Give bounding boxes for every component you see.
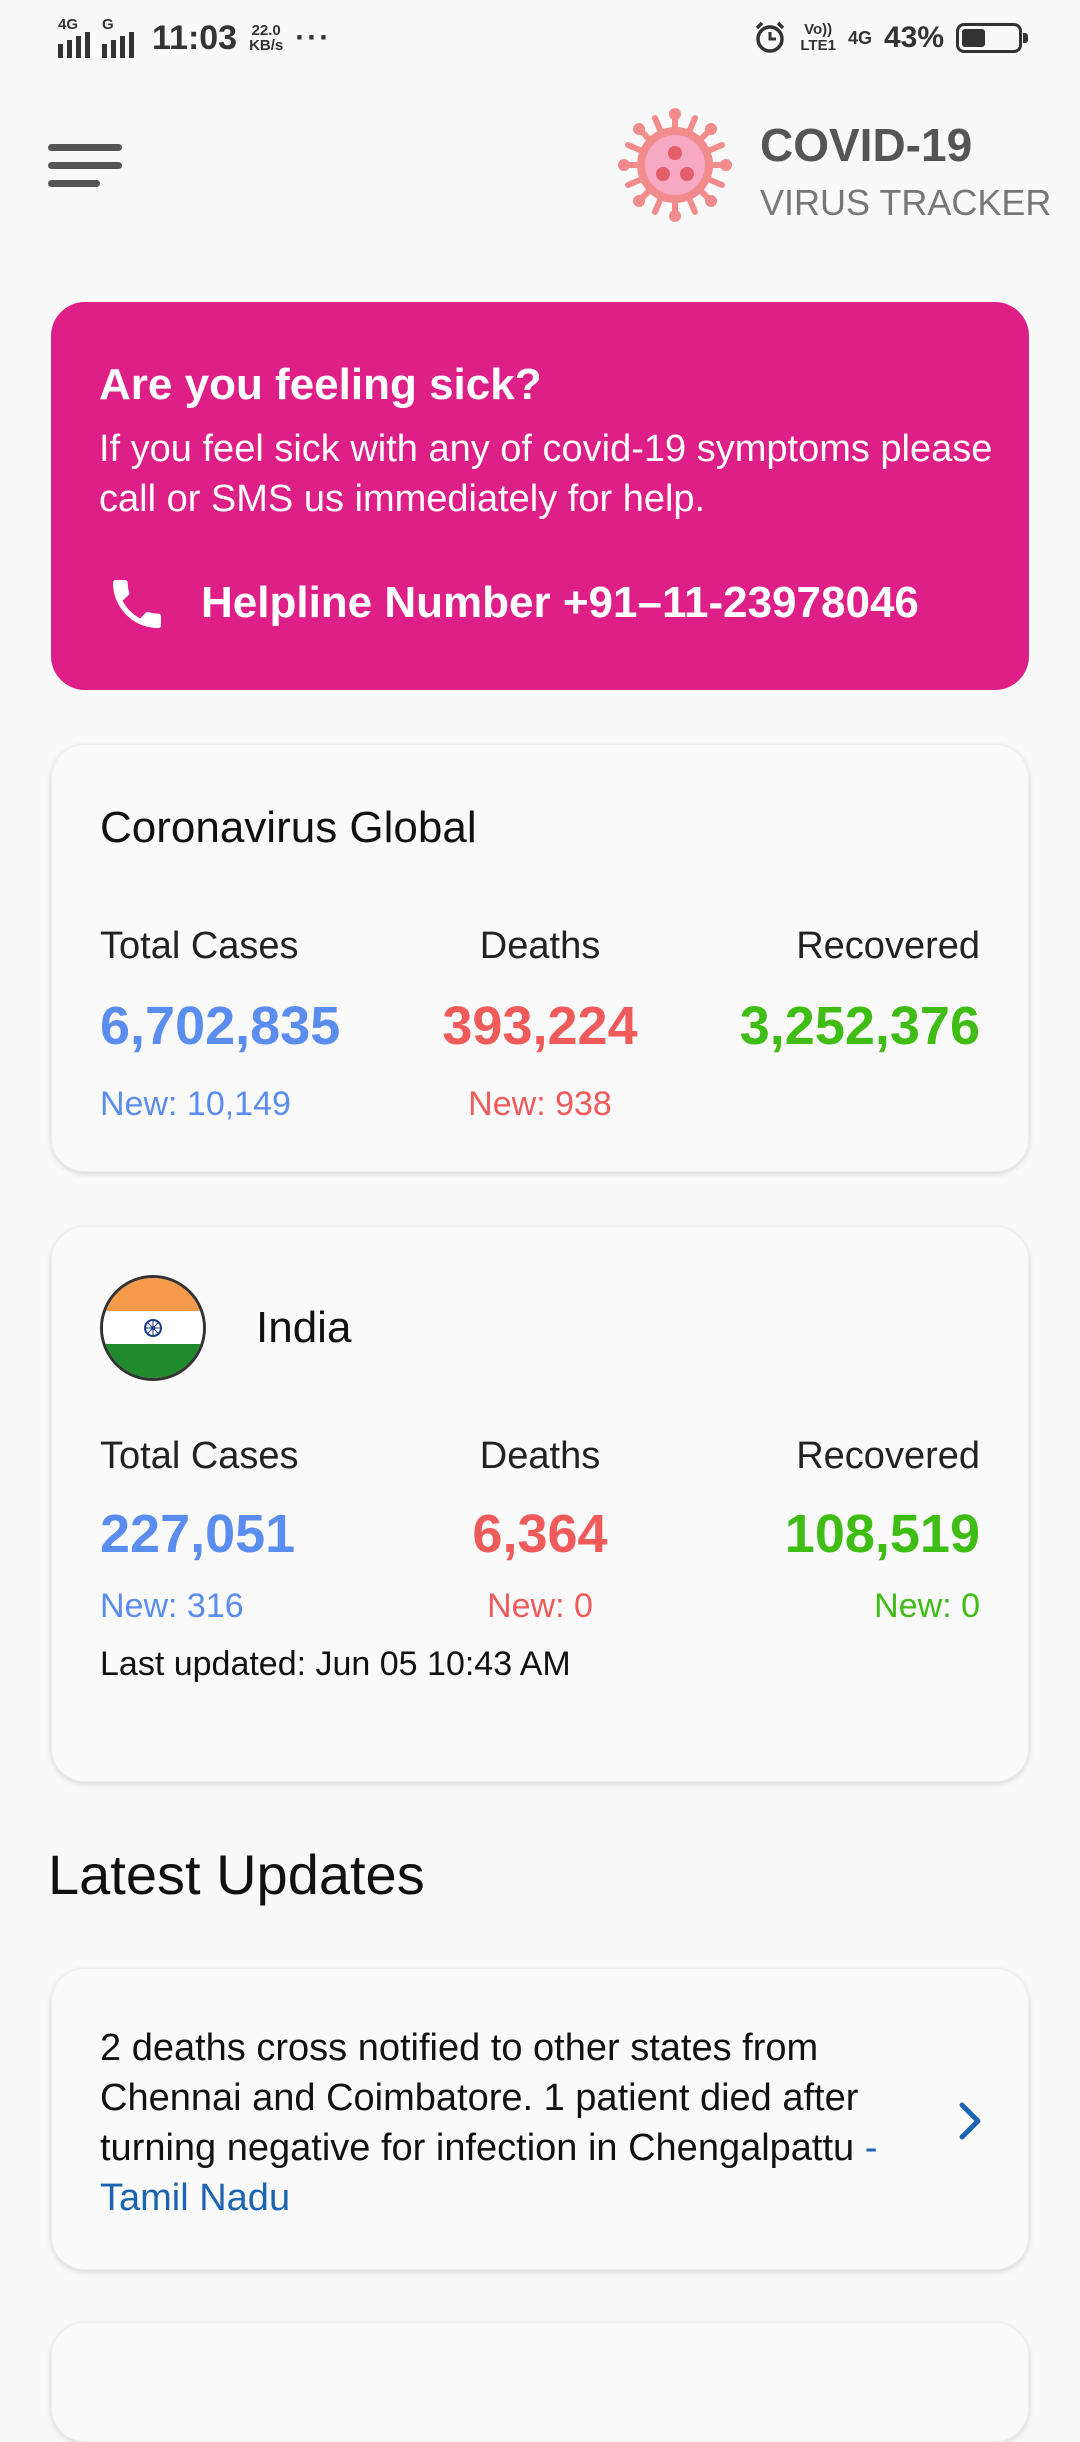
- india-recovered-new: New: 0: [874, 1587, 980, 1625]
- volte-top: Vo)): [804, 21, 833, 38]
- last-updated-text: Last updated: Jun 05 10:43 AM: [100, 1645, 571, 1683]
- volte-indicator: Vo)) LTE1: [800, 22, 836, 54]
- network-type-indicator: 4G: [847, 27, 872, 48]
- india-total-label: Total Cases: [100, 1435, 299, 1477]
- india-deaths-label: Deaths: [479, 1435, 601, 1477]
- phone-icon: [113, 580, 161, 628]
- helpline-number[interactable]: Helpline Number +91–11-23978046: [201, 578, 919, 628]
- global-total-value: 6,702,835: [100, 996, 341, 1056]
- global-deaths-new: New: 938: [468, 1085, 612, 1123]
- chevron-right-icon[interactable]: [952, 2099, 988, 2143]
- alarm-icon: [756, 21, 785, 53]
- battery-fill: [962, 29, 985, 47]
- status-bar: 4G G 11:03 22.0 KB/s ··· Vo)) LTE1 4G 43…: [0, 0, 1080, 84]
- global-recovered-value: 3,252,376: [739, 996, 980, 1056]
- volte-bottom: LTE1: [800, 37, 836, 54]
- signal-icon: 4G: [58, 16, 90, 58]
- india-flag-icon: [100, 1275, 206, 1381]
- india-total-value: 227,051: [100, 1504, 296, 1564]
- app-subtitle: VIRUS TRACKER: [760, 182, 1052, 223]
- news-item-next[interactable]: [51, 2322, 1029, 2442]
- global-deaths-value: 393,224: [442, 996, 638, 1056]
- network-type-1: 4G: [58, 16, 79, 33]
- india-recovered-value: 108,519: [784, 1504, 980, 1564]
- india-deaths-value: 6,364: [472, 1504, 608, 1564]
- helpline-card[interactable]: Are you feeling sick? If you feel sick w…: [51, 302, 1029, 690]
- more-notifications: ···: [295, 21, 332, 54]
- status-time: 11:03: [152, 18, 238, 57]
- helpline-card-text: If you feel sick with any of covid-19 sy…: [99, 428, 993, 520]
- india-card-title: India: [256, 1303, 352, 1352]
- virus-icon: [618, 108, 732, 222]
- india-stats-card: India Total Cases 227,051 New: 316 Death…: [51, 1226, 1029, 1782]
- network-speed: 22.0 KB/s: [249, 23, 283, 53]
- latest-updates-heading: Latest Updates: [48, 1843, 425, 1906]
- news-item[interactable]: 2 deaths cross notified to other states …: [51, 1968, 1029, 2270]
- global-recovered-label: Recovered: [796, 925, 980, 967]
- global-total-new: New: 10,149: [100, 1085, 291, 1123]
- app-title: COVID-19: [760, 119, 973, 171]
- battery-icon: [956, 23, 1028, 53]
- india-total-new: New: 316: [100, 1587, 244, 1625]
- network-type-2: G: [102, 16, 114, 33]
- signal-icon-2: G: [102, 16, 134, 58]
- india-deaths-new: New: 0: [487, 1587, 593, 1625]
- global-stats-card: Coronavirus Global Total Cases 6,702,835…: [51, 744, 1029, 1172]
- news-item-text: 2 deaths cross notified to other states …: [100, 2027, 859, 2169]
- global-deaths-label: Deaths: [479, 925, 601, 967]
- helpline-card-title: Are you feeling sick?: [99, 360, 542, 409]
- hamburger-menu-icon[interactable]: [48, 142, 122, 192]
- network-speed-unit: KB/s: [249, 37, 284, 54]
- battery-percent: 43%: [883, 21, 944, 54]
- news-item-body: 2 deaths cross notified to other states …: [100, 2023, 960, 2223]
- network-speed-value: 22.0: [251, 22, 281, 39]
- india-recovered-label: Recovered: [796, 1435, 980, 1477]
- global-card-title: Coronavirus Global: [100, 803, 477, 852]
- global-total-label: Total Cases: [100, 925, 299, 967]
